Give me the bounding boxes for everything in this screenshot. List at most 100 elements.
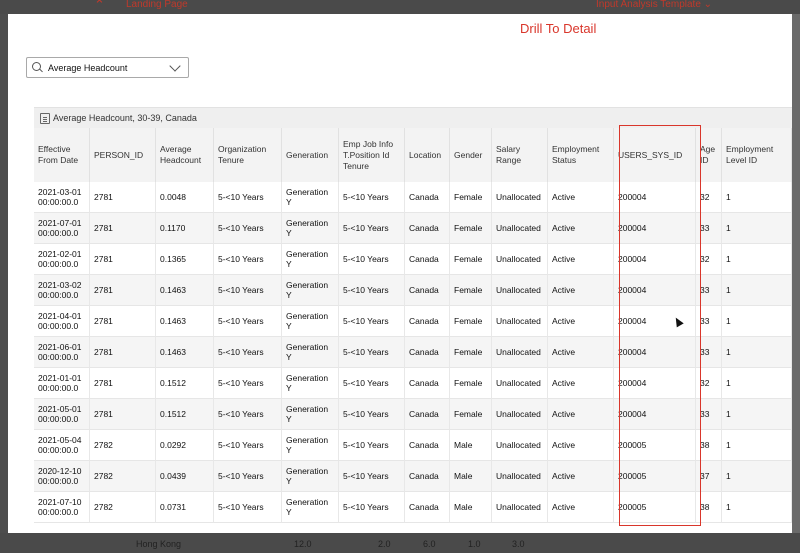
- table-cell: 5-<10 Years: [214, 430, 282, 461]
- column-header[interactable]: Employment Level ID: [722, 128, 792, 182]
- table-cell: 5-<10 Years: [339, 244, 405, 275]
- table-row[interactable]: 2021-02-01 00:00:00.0 2781 0.1365 5-<10 Yea…: [34, 244, 792, 275]
- table-cell: 33: [696, 337, 722, 368]
- table-cell: 200004: [614, 244, 696, 275]
- table-cell: 2021-04-01 00:00:00.0: [34, 306, 90, 337]
- table-cell: Generation Y: [282, 306, 339, 337]
- table-cell: 2781: [90, 337, 156, 368]
- background-cell: 12.0: [294, 539, 312, 549]
- table-cell: 0.0048: [156, 182, 214, 213]
- measure-dropdown[interactable]: Average Headcount: [26, 57, 189, 78]
- table-cell: Canada: [405, 213, 450, 244]
- table-cell: Unallocated: [492, 430, 548, 461]
- table-cell: 32: [696, 368, 722, 399]
- table-cell: Generation Y: [282, 182, 339, 213]
- column-header[interactable]: Organization Tenure: [214, 128, 282, 182]
- table-row[interactable]: 2021-03-01 00:00:00.0 2781 0.0048 5-<10 Yea…: [34, 182, 792, 213]
- table-cell: Female: [450, 213, 492, 244]
- table-cell: 1: [722, 337, 792, 368]
- table-cell: Active: [548, 182, 614, 213]
- table-row[interactable]: 2021-05-01 00:00:00.0 2781 0.1512 5-<10 Yea…: [34, 399, 792, 430]
- table-cell: Male: [450, 461, 492, 492]
- table-cell: 2781: [90, 244, 156, 275]
- table-cell: 200005: [614, 461, 696, 492]
- column-header[interactable]: Generation: [282, 128, 339, 182]
- table-cell: 5-<10 Years: [214, 275, 282, 306]
- table-cell: Canada: [405, 337, 450, 368]
- table-cell: 2021-03-01 00:00:00.0: [34, 182, 90, 213]
- table-row[interactable]: 2021-03-02 00:00:00.0 2781 0.1463 5-<10 Yea…: [34, 275, 792, 306]
- table-cell: Active: [548, 368, 614, 399]
- table-cell: 200005: [614, 492, 696, 523]
- table-cell: 2021-05-04 00:00:00.0: [34, 430, 90, 461]
- table-cell: Female: [450, 275, 492, 306]
- table-row[interactable]: 2021-07-01 00:00:00.0 2781 0.1170 5-<10 Yea…: [34, 213, 792, 244]
- table-cell: Unallocated: [492, 337, 548, 368]
- table-cell: 5-<10 Years: [214, 492, 282, 523]
- table-cell: Unallocated: [492, 213, 548, 244]
- table-title: Average Headcount, 30-39, Canada: [53, 113, 197, 123]
- table-cell: Canada: [405, 182, 450, 213]
- landing-page-link[interactable]: Landing Page: [126, 0, 188, 10]
- table-cell: 5-<10 Years: [339, 492, 405, 523]
- table-cell: 1: [722, 492, 792, 523]
- table-cell: 33: [696, 213, 722, 244]
- table-cell: Male: [450, 430, 492, 461]
- table-cell: 2021-05-01 00:00:00.0: [34, 399, 90, 430]
- table-row[interactable]: 2020-12-10 00:00:00.0 2782 0.0439 5-<10 Yea…: [34, 461, 792, 492]
- table-cell: Canada: [405, 430, 450, 461]
- table-row[interactable]: 2021-01-01 00:00:00.0 2781 0.1512 5-<10 Yea…: [34, 368, 792, 399]
- column-header[interactable]: PERSON_ID: [90, 128, 156, 182]
- column-header[interactable]: Location: [405, 128, 450, 182]
- column-header[interactable]: Employment Status: [548, 128, 614, 182]
- table-icon: [40, 112, 50, 124]
- table-cell: Generation Y: [282, 461, 339, 492]
- column-header[interactable]: Salary Range: [492, 128, 548, 182]
- background-table-row: Hong Kong 12.0 2.0 6.0 1.0 3.0: [0, 533, 800, 553]
- background-cell: Hong Kong: [136, 539, 182, 549]
- table-cell: 1: [722, 182, 792, 213]
- dialog-title: Drill To Detail: [520, 21, 597, 36]
- table-row[interactable]: 2021-05-04 00:00:00.0 2782 0.0292 5-<10 Yea…: [34, 430, 792, 461]
- table-cell: 33: [696, 399, 722, 430]
- table-cell: 5-<10 Years: [339, 182, 405, 213]
- table-cell: 0.0731: [156, 492, 214, 523]
- table-cell: 5-<10 Years: [339, 306, 405, 337]
- template-selector[interactable]: Input Analysis Template ⌄: [596, 0, 712, 10]
- table-cell: 200004: [614, 182, 696, 213]
- table-cell: 2781: [90, 306, 156, 337]
- table-cell: 37: [696, 461, 722, 492]
- table-cell: Generation Y: [282, 337, 339, 368]
- table-row[interactable]: 2021-07-10 00:00:00.0 2782 0.0731 5-<10 Yea…: [34, 492, 792, 523]
- chevron-down-icon[interactable]: [169, 59, 181, 72]
- table-cell: Unallocated: [492, 306, 548, 337]
- column-header[interactable]: Emp Job Info T.Position Id Tenure: [339, 128, 405, 182]
- column-header[interactable]: Effective From Date: [34, 128, 90, 182]
- table-cell: Active: [548, 275, 614, 306]
- table-row[interactable]: 2021-06-01 00:00:00.0 2781 0.1463 5-<10 Yea…: [34, 337, 792, 368]
- table-cell: 200004: [614, 399, 696, 430]
- table-cell: Active: [548, 461, 614, 492]
- table-cell: 0.1512: [156, 368, 214, 399]
- table-cell: 5-<10 Years: [214, 182, 282, 213]
- table-cell: Female: [450, 244, 492, 275]
- table-cell: 200004: [614, 213, 696, 244]
- table-cell: Unallocated: [492, 399, 548, 430]
- drill-to-detail-dialog: Drill To Detail Average Headcount Averag…: [8, 14, 792, 533]
- table-cell: 2781: [90, 399, 156, 430]
- table-cell: 1: [722, 306, 792, 337]
- double-chevron-up-icon[interactable]: ⌃: [94, 0, 105, 13]
- table-cell: 0.1463: [156, 306, 214, 337]
- table-cell: 5-<10 Years: [339, 213, 405, 244]
- table-cell: 1: [722, 399, 792, 430]
- column-header[interactable]: Age ID: [696, 128, 722, 182]
- table-cell: 5-<10 Years: [214, 337, 282, 368]
- column-header[interactable]: USERS_SYS_ID: [614, 128, 696, 182]
- table-cell: 0.1512: [156, 399, 214, 430]
- table-cell: Generation Y: [282, 244, 339, 275]
- table-header-row: Effective From Date PERSON_ID Average Head…: [34, 128, 792, 182]
- table-cell: 5-<10 Years: [214, 244, 282, 275]
- column-header[interactable]: Gender: [450, 128, 492, 182]
- column-header[interactable]: Average Headcount: [156, 128, 214, 182]
- table-cell: 5-<10 Years: [214, 213, 282, 244]
